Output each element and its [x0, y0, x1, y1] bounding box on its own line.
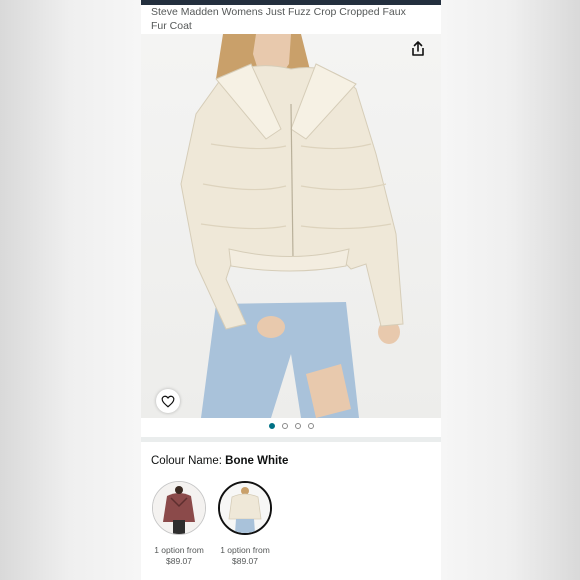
product-image[interactable] — [141, 34, 441, 418]
product-page: Steve Madden Womens Just Fuzz Crop Cropp… — [141, 0, 441, 580]
share-button[interactable] — [407, 38, 429, 60]
pagination-dot[interactable] — [294, 423, 301, 429]
image-pagination — [141, 423, 441, 433]
section-divider — [141, 437, 441, 442]
swatch-options-text: 1 option from — [154, 545, 204, 555]
swatch-option-1[interactable] — [152, 481, 206, 535]
swatch-image — [220, 483, 270, 533]
colour-label: Colour Name: — [151, 455, 226, 467]
swatch-caption-1: 1 option from $89.07 — [141, 545, 217, 567]
share-icon — [412, 41, 424, 56]
swatch-caption-2: 1 option from $89.07 — [207, 545, 283, 567]
swatch-image — [153, 482, 205, 534]
swatch-options-text: 1 option from — [220, 545, 270, 555]
favorite-button[interactable] — [156, 389, 180, 413]
swatch-price: $89.07 — [232, 556, 258, 566]
heart-icon — [161, 395, 175, 408]
swatch-price: $89.07 — [166, 556, 192, 566]
pagination-dot[interactable] — [268, 423, 275, 429]
pagination-dot[interactable] — [281, 423, 288, 429]
colour-name: Colour Name: Bone White — [151, 455, 288, 467]
product-title: Steve Madden Womens Just Fuzz Crop Cropp… — [151, 6, 406, 32]
swatch-option-2[interactable] — [218, 481, 272, 535]
colour-value: Bone White — [225, 455, 289, 467]
model-photo — [180, 34, 404, 418]
pagination-dot[interactable] — [307, 423, 314, 429]
